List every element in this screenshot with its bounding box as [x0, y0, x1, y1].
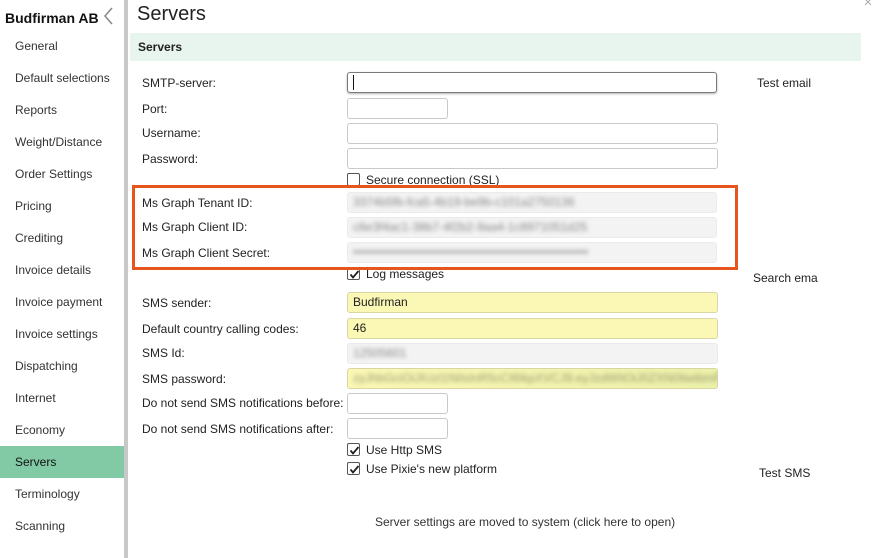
text-caret [353, 75, 354, 90]
ms-graph-client-id-label: Ms Graph Client ID: [142, 220, 248, 234]
search-email-button[interactable]: Search ema [753, 271, 818, 285]
password-input[interactable] [347, 148, 718, 169]
sidebar-item-default-selections[interactable]: Default selections [0, 62, 124, 94]
sidebar-item-scanning[interactable]: Scanning [0, 510, 124, 542]
use-http-sms-checkbox[interactable] [347, 443, 360, 456]
test-email-button[interactable]: Test email [757, 76, 811, 90]
chevron-left-icon [103, 7, 113, 25]
log-messages-label: Log messages [366, 267, 445, 281]
ms-graph-tenant-id-value: 3374b5fb-fca5-4b19-be9b-c101a2750136 [353, 195, 575, 209]
sidebar-nav: General Default selections Reports Weigh… [0, 30, 124, 542]
ms-graph-client-secret-input[interactable]: ••••••••••••••••••••••••••••••••••••••••… [347, 242, 717, 263]
secure-connection-checkbox-row[interactable]: Secure connection (SSL) [347, 173, 499, 187]
sidebar-item-dispatching[interactable]: Dispatching [0, 350, 124, 382]
use-http-sms-checkbox-row[interactable]: Use Http SMS [347, 443, 442, 457]
sms-password-value: zyJhbGciOiJIUzI1NiIsInR5cCI6IkpXVCJ9.eyJ… [353, 371, 718, 385]
company-name: Budfirman AB [5, 10, 99, 26]
sidebar-item-servers[interactable]: Servers [0, 446, 124, 478]
ms-graph-client-id-input[interactable]: c6e3f4ac1-38b7-4f2b2-9aa4-1c8971051d25 [347, 217, 717, 238]
port-input[interactable] [347, 98, 448, 119]
sidebar-item-terminology[interactable]: Terminology [0, 478, 124, 510]
log-messages-checkbox-row[interactable]: Log messages [347, 267, 444, 281]
sms-sender-label: SMS sender: [142, 296, 212, 310]
checkmark-icon [349, 270, 360, 279]
secure-connection-checkbox[interactable] [347, 173, 360, 186]
checkmark-icon [349, 446, 360, 455]
sidebar-item-general[interactable]: General [0, 30, 124, 62]
username-label: Username: [142, 126, 201, 140]
username-input[interactable] [347, 123, 718, 144]
sms-id-input[interactable]: 12505601 [347, 343, 718, 364]
sidebar-item-invoice-settings[interactable]: Invoice settings [0, 318, 124, 350]
secure-connection-label: Secure connection (SSL) [366, 173, 500, 187]
use-pixie-platform-checkbox-row[interactable]: Use Pixie's new platform [347, 462, 497, 476]
smtp-server-label: SMTP-server: [142, 76, 217, 90]
sidebar-item-crediting[interactable]: Crediting [0, 222, 124, 254]
sidebar-scrollbar[interactable] [124, 0, 128, 558]
test-sms-button[interactable]: Test SMS [759, 466, 810, 480]
smtp-server-input[interactable] [347, 72, 717, 93]
ms-graph-client-id-value: c6e3f4ac1-38b7-4f2b2-9aa4-1c8971051d25 [353, 220, 588, 234]
sidebar-item-invoice-payment[interactable]: Invoice payment [0, 286, 124, 318]
collapse-sidebar-button[interactable] [100, 4, 118, 26]
default-country-codes-input[interactable]: 46 [347, 318, 718, 339]
sms-after-label: Do not send SMS notifications after: [142, 422, 334, 436]
use-http-sms-label: Use Http SMS [366, 443, 443, 457]
default-country-codes-label: Default country calling codes: [142, 322, 299, 336]
port-label: Port: [142, 102, 168, 116]
sms-id-label: SMS Id: [142, 346, 185, 360]
sms-password-label: SMS password: [142, 372, 227, 386]
section-header: Servers [130, 33, 861, 61]
sms-before-input[interactable] [347, 393, 448, 414]
sidebar-item-order-settings[interactable]: Order Settings [0, 158, 124, 190]
close-icon[interactable] [862, 0, 874, 10]
page-title: Servers [137, 3, 206, 25]
password-label: Password: [142, 152, 199, 166]
sms-after-input[interactable] [347, 418, 448, 439]
sidebar-item-internet[interactable]: Internet [0, 382, 124, 414]
sms-password-input[interactable]: zyJhbGciOiJIUzI1NiIsInR5cCI6IkpXVCJ9.eyJ… [347, 368, 718, 389]
sms-sender-input[interactable]: Budfirman [347, 292, 718, 313]
checkmark-icon [349, 465, 360, 474]
use-pixie-platform-label: Use Pixie's new platform [366, 462, 498, 476]
server-settings-link[interactable]: Server settings are moved to system (cli… [375, 515, 675, 529]
sidebar: Budfirman AB General Default selections … [0, 0, 124, 558]
ms-graph-tenant-id-label: Ms Graph Tenant ID: [142, 196, 253, 210]
sidebar-item-invoice-details[interactable]: Invoice details [0, 254, 124, 286]
sidebar-item-weight-distance[interactable]: Weight/Distance [0, 126, 124, 158]
ms-graph-client-secret-value: ••••••••••••••••••••••••••••••••••••••••… [353, 245, 589, 259]
sidebar-item-economy[interactable]: Economy [0, 414, 124, 446]
ms-graph-client-secret-label: Ms Graph Client Secret: [142, 246, 271, 260]
sms-id-value: 12505601 [353, 346, 407, 360]
use-pixie-platform-checkbox[interactable] [347, 462, 360, 475]
log-messages-checkbox[interactable] [347, 267, 360, 280]
sms-before-label: Do not send SMS notifications before: [142, 396, 344, 410]
ms-graph-tenant-id-input[interactable]: 3374b5fb-fca5-4b19-be9b-c101a2750136 [347, 192, 717, 213]
sidebar-item-pricing[interactable]: Pricing [0, 190, 124, 222]
sidebar-item-reports[interactable]: Reports [0, 94, 124, 126]
